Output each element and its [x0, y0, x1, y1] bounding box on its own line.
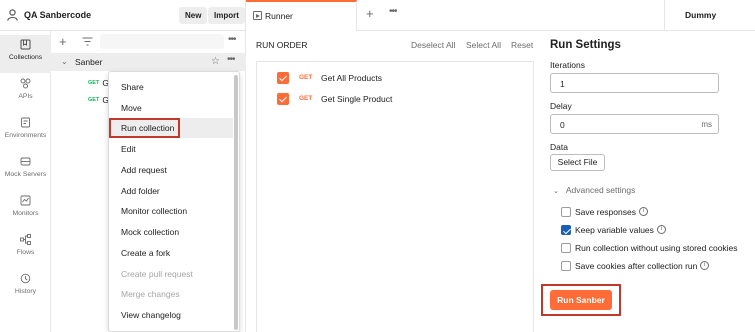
request-name: Get All Products: [321, 73, 382, 83]
rail-label: APIs: [18, 93, 33, 100]
apis-icon: [20, 78, 31, 89]
advanced-settings-label: Advanced settings: [565, 185, 636, 195]
add-collection-plus-icon[interactable]: +: [59, 34, 67, 49]
delay-unit: ms: [701, 120, 712, 129]
tab-bar: Runner + ••• Dummy: [246, 0, 755, 31]
menu-item-move[interactable]: Move: [109, 98, 233, 118]
menu-item-mock-collection[interactable]: Mock collection: [109, 222, 233, 242]
menu-item-edit[interactable]: Edit: [109, 139, 233, 159]
panel-more-icon[interactable]: •••: [228, 34, 236, 45]
environment-name: Dummy: [685, 10, 717, 20]
run-order-checkbox[interactable]: [277, 72, 289, 84]
run-order-list: GET Get All Products GET Get Single Prod…: [256, 61, 534, 332]
import-button[interactable]: Import: [208, 7, 245, 24]
tab-more-icon[interactable]: •••: [389, 6, 397, 17]
checkbox[interactable]: [561, 225, 571, 235]
delay-label: Delay: [550, 101, 572, 111]
menu-item-share[interactable]: Share: [109, 77, 233, 97]
tab-runner-label: Runner: [265, 11, 293, 21]
data-label: Data: [550, 142, 568, 152]
method-badge: GET: [299, 95, 313, 102]
workspace-header: QA Sanbercode New Import: [0, 0, 246, 31]
new-tab-plus-icon[interactable]: +: [366, 6, 374, 21]
checkbox[interactable]: [561, 261, 571, 271]
option-label: Save responses: [575, 207, 636, 217]
rail-label: Mock Servers: [4, 171, 47, 178]
delay-value: 0: [560, 120, 565, 130]
delay-field[interactable]: 0 ms: [550, 114, 719, 134]
option-label: Save cookies after collection run: [575, 261, 698, 271]
star-icon[interactable]: ☆: [211, 56, 220, 67]
request-name: Get Single Product: [321, 94, 393, 104]
sidebar-rail: Collections APIs Environments Mock Serve…: [0, 31, 51, 332]
advanced-settings-toggle[interactable]: ⌄ Advanced settings: [550, 185, 635, 195]
info-icon[interactable]: i: [657, 225, 666, 234]
deselect-all-button[interactable]: Deselect All: [411, 40, 455, 50]
tab-runner[interactable]: Runner: [246, 0, 357, 31]
rail-item-monitors[interactable]: Monitors: [0, 191, 51, 229]
environment-selector[interactable]: Dummy: [664, 0, 755, 31]
rail-item-mock-servers[interactable]: Mock Servers: [0, 152, 51, 190]
new-button[interactable]: New: [179, 7, 208, 24]
chevron-down-icon[interactable]: ⌄: [61, 57, 68, 66]
menu-item-run-collection[interactable]: Run collection: [109, 118, 233, 138]
run-order-title: RUN ORDER: [256, 40, 308, 50]
menu-item-merge-changes: Merge changes: [121, 289, 180, 299]
method-badge: GET: [88, 96, 100, 103]
history-icon: [20, 273, 31, 284]
run-sanber-button[interactable]: Run Sanber: [550, 290, 612, 310]
rail-label: History: [14, 288, 37, 295]
select-file-button[interactable]: Select File: [550, 154, 605, 171]
rail-item-flows[interactable]: Flows: [0, 230, 51, 268]
rail-item-apis[interactable]: APIs: [0, 74, 51, 112]
rail-item-collections[interactable]: Collections: [0, 35, 51, 73]
runner-icon: [253, 11, 262, 20]
menu-item-add-request[interactable]: Add request: [109, 160, 233, 180]
checkbox[interactable]: [561, 207, 571, 217]
info-icon[interactable]: i: [700, 261, 709, 270]
run-settings-title: Run Settings: [550, 39, 621, 51]
collection-row[interactable]: ⌄ Sanber ☆ •••: [51, 53, 246, 71]
collection-context-menu: Share Move Run collection Edit Add reque…: [108, 71, 240, 332]
menu-item-add-folder[interactable]: Add folder: [109, 181, 233, 201]
menu-item-create-fork[interactable]: Create a fork: [109, 243, 233, 263]
reset-button[interactable]: Reset: [511, 40, 533, 50]
iterations-label: Iterations: [550, 60, 585, 70]
mock-servers-icon: [20, 157, 31, 166]
collection-name: Sanber: [75, 57, 103, 67]
workspace-name[interactable]: QA Sanbercode: [24, 10, 91, 20]
rail-label: Monitors: [12, 210, 39, 217]
iterations-field[interactable]: 1: [550, 73, 719, 93]
menu-scrollbar[interactable]: [234, 75, 238, 330]
menu-item-monitor-collection[interactable]: Monitor collection: [109, 201, 233, 221]
rail-item-environments[interactable]: Environments: [0, 113, 51, 151]
user-icon: [7, 9, 18, 21]
select-all-button[interactable]: Select All: [466, 40, 501, 50]
environments-icon: [21, 117, 30, 128]
rail-label: Flows: [16, 249, 35, 256]
collection-more-icon[interactable]: •••: [227, 54, 235, 65]
collections-icon: [20, 39, 31, 50]
flows-icon: [20, 234, 31, 245]
info-icon[interactable]: i: [639, 207, 648, 216]
option-label: Keep variable values: [575, 225, 654, 235]
search-input[interactable]: [100, 34, 224, 49]
method-badge: GET: [299, 74, 313, 81]
rail-label: Collections: [8, 54, 43, 61]
highlight-box: [109, 118, 180, 138]
monitors-icon: [20, 195, 31, 206]
filter-icon[interactable]: [82, 37, 93, 46]
menu-item-view-changelog[interactable]: View changelog: [109, 305, 233, 325]
chevron-down-icon: ⌄: [553, 188, 559, 195]
option-label: Run collection without using stored cook…: [575, 243, 738, 253]
method-badge: GET: [88, 79, 100, 86]
checkbox[interactable]: [561, 243, 571, 253]
iterations-value: 1: [560, 79, 565, 89]
run-order-checkbox[interactable]: [277, 93, 289, 105]
rail-label: Environments: [4, 132, 47, 139]
rail-item-history[interactable]: History: [0, 269, 51, 307]
menu-item-create-pull-request: Create pull request: [121, 269, 193, 279]
